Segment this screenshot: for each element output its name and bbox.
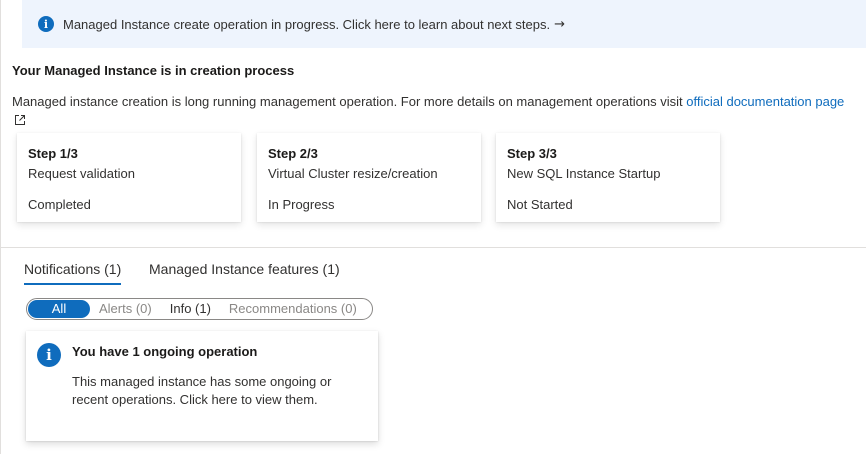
step-status: Completed xyxy=(28,197,91,212)
step-number: Step 1/3 xyxy=(28,146,78,161)
step-number: Step 2/3 xyxy=(268,146,318,161)
filter-info[interactable]: Info (1) xyxy=(161,300,220,318)
step-number: Step 3/3 xyxy=(507,146,557,161)
creation-progress-banner[interactable]: i Managed Instance create operation in p… xyxy=(22,0,866,48)
info-icon: i xyxy=(37,343,61,367)
tab-notifications[interactable]: Notifications (1) xyxy=(24,259,122,285)
filter-alerts[interactable]: Alerts (0) xyxy=(90,300,161,318)
tab-managed-instance-features[interactable]: Managed Instance features (1) xyxy=(149,259,340,279)
step-card-3: Step 3/3 New SQL Instance Startup Not St… xyxy=(496,133,720,222)
ongoing-operation-notification[interactable]: i You have 1 ongoing operation This mana… xyxy=(26,331,378,441)
arrow-right-icon: → xyxy=(554,16,565,32)
step-name: New SQL Instance Startup xyxy=(507,166,661,181)
step-status: In Progress xyxy=(268,197,335,212)
banner-text: Managed Instance create operation in pro… xyxy=(63,16,551,32)
step-card-1: Step 1/3 Request validation Completed xyxy=(17,133,241,222)
official-documentation-link[interactable]: official documentation page xyxy=(686,94,844,109)
section-title: Your Managed Instance is in creation pro… xyxy=(12,63,295,78)
external-link-icon[interactable] xyxy=(14,114,26,126)
step-name: Virtual Cluster resize/creation xyxy=(268,166,438,181)
step-name: Request validation xyxy=(28,166,135,181)
filter-recommendations[interactable]: Recommendations (0) xyxy=(220,300,366,318)
description-text: Managed instance creation is long runnin… xyxy=(12,94,683,109)
notification-filter-group: All Alerts (0) Info (1) Recommendations … xyxy=(26,298,373,320)
notification-title: You have 1 ongoing operation xyxy=(72,344,258,359)
section-divider xyxy=(0,247,866,248)
section-description: Managed instance creation is long runnin… xyxy=(12,92,862,126)
notification-body: This managed instance has some ongoing o… xyxy=(72,374,332,407)
filter-all[interactable]: All xyxy=(28,300,90,318)
step-status: Not Started xyxy=(507,197,573,212)
left-border xyxy=(0,0,1,454)
step-card-2: Step 2/3 Virtual Cluster resize/creation… xyxy=(257,133,481,222)
info-icon: i xyxy=(38,16,54,32)
